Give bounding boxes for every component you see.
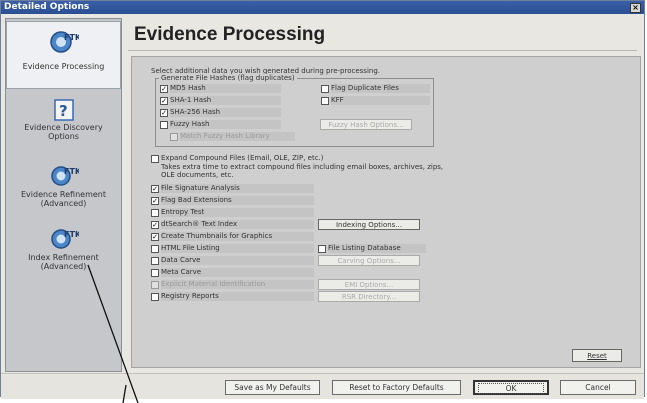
callout-pointer-line [87, 264, 139, 403]
